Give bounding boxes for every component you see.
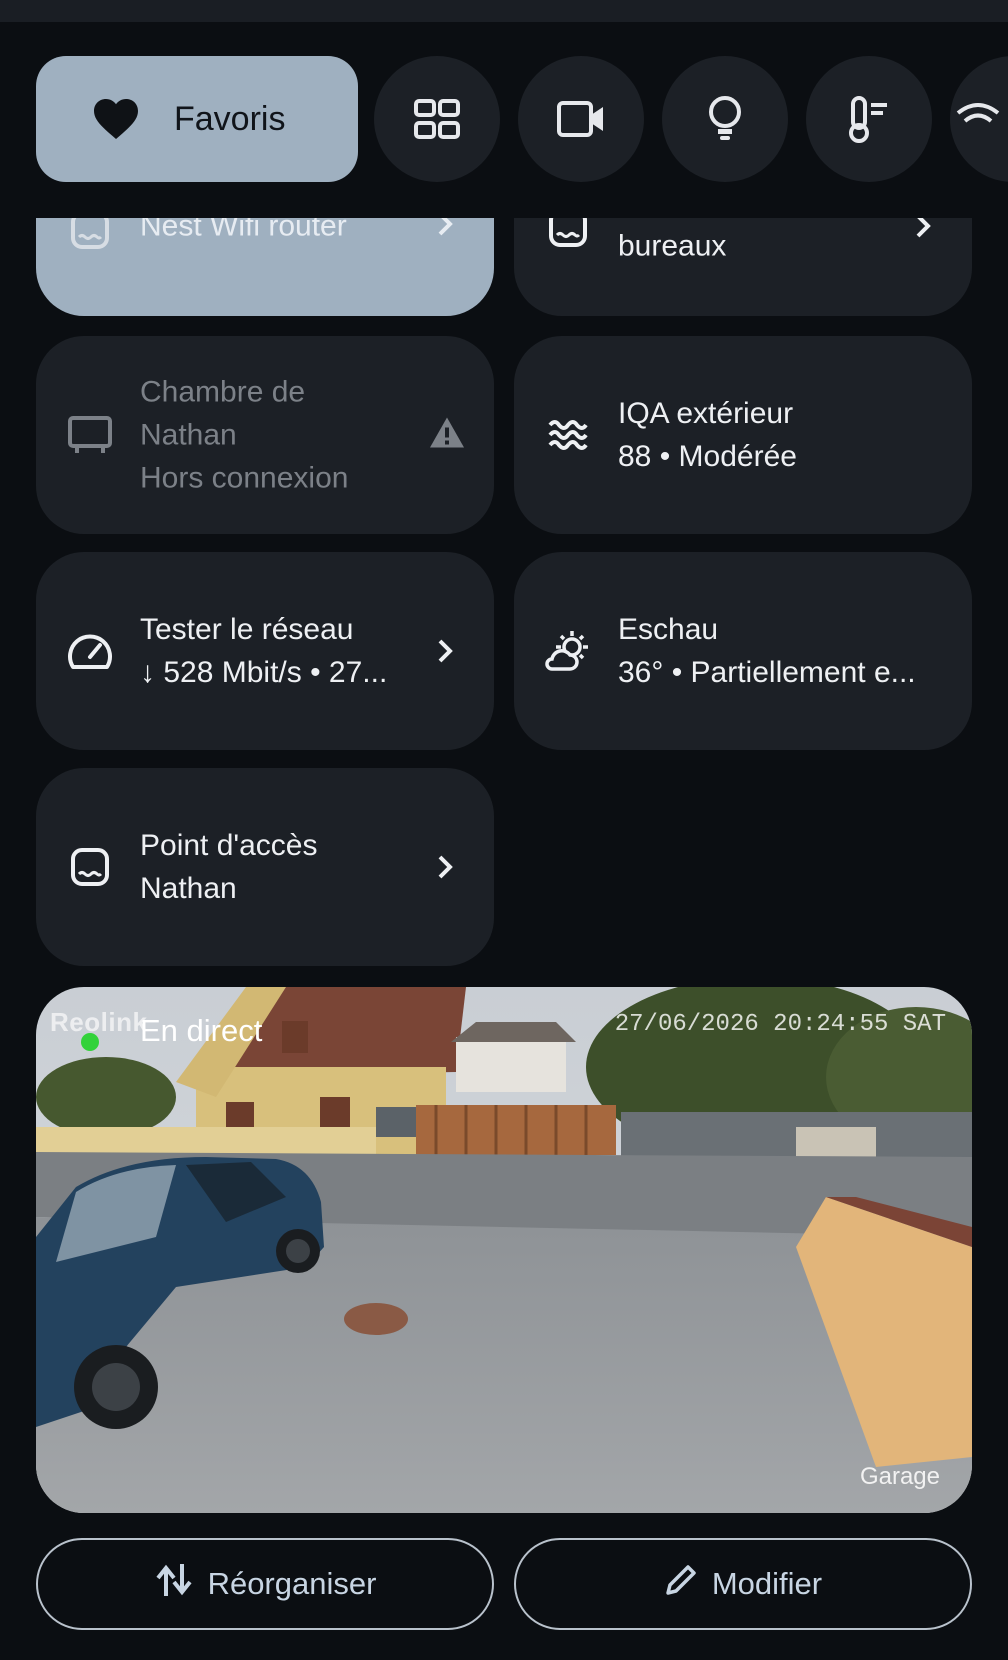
tile-router-label: Nest Wifi router bbox=[140, 218, 347, 243]
tile-chambre-line1: Chambre de bbox=[140, 375, 306, 409]
grid-icon bbox=[414, 99, 460, 139]
chevron-right-icon bbox=[912, 218, 936, 241]
router-icon bbox=[544, 218, 592, 252]
tile-iqa-title: IQA extérieur bbox=[618, 397, 794, 430]
air-quality-icon bbox=[544, 411, 592, 459]
chip-lights[interactable] bbox=[662, 56, 788, 182]
chip-cameras[interactable] bbox=[518, 56, 644, 182]
pencil-icon bbox=[664, 1563, 712, 1605]
category-chips: Favoris bbox=[0, 56, 1008, 184]
tile-point-acces-title: Point d'accès bbox=[140, 829, 318, 862]
favorites-grid: Nest Wifi router bureaux Chambre de Nath… bbox=[0, 218, 1008, 978]
tile-meteo-conditions: 36° • Partiellement e... bbox=[618, 656, 916, 689]
heart-icon bbox=[92, 97, 140, 141]
tile-bureaux[interactable]: bureaux bbox=[514, 218, 972, 316]
reorder-arrows-icon bbox=[154, 1560, 208, 1608]
tile-tester-reseau[interactable]: Tester le réseau ↓ 528 Mbit/s • 27... bbox=[36, 552, 494, 750]
chevron-right-icon bbox=[434, 852, 458, 882]
lightbulb-icon bbox=[707, 95, 743, 143]
display-icon bbox=[66, 411, 114, 459]
tile-chambre-nathan[interactable]: Chambre de Nathan Hors connexion bbox=[36, 336, 494, 534]
camera-icon bbox=[556, 99, 606, 139]
chip-favorites[interactable]: Favoris bbox=[36, 56, 358, 182]
camera-timestamp: 27/06/2026 20:24:55 SAT bbox=[614, 1011, 946, 1038]
tile-chambre-line2: Nathan bbox=[140, 418, 237, 452]
tile-iqa-exterieur[interactable]: IQA extérieur 88 • Modérée bbox=[514, 336, 972, 534]
chip-wifi[interactable] bbox=[950, 56, 1008, 182]
reorganize-button[interactable]: Réorganiser bbox=[36, 1538, 494, 1630]
edit-label: Modifier bbox=[711, 1566, 823, 1601]
router-icon bbox=[66, 843, 114, 891]
status-bar-strip bbox=[0, 0, 1008, 22]
tile-nest-wifi-router[interactable]: Nest Wifi router bbox=[36, 218, 494, 316]
tile-point-acces-name: Nathan bbox=[140, 872, 237, 905]
live-indicator-dot bbox=[81, 1033, 99, 1051]
tile-meteo-text: Eschau 36° • Partiellement e... bbox=[618, 608, 952, 694]
camera-name: Garage bbox=[859, 1463, 940, 1490]
speedometer-icon bbox=[66, 627, 114, 675]
edit-button[interactable]: Modifier bbox=[514, 1538, 972, 1630]
warning-icon bbox=[428, 416, 466, 455]
chip-devices[interactable] bbox=[374, 56, 500, 182]
wifi-icon bbox=[954, 99, 1002, 139]
thermometer-icon bbox=[847, 95, 891, 143]
tile-chambre-status: Hors connexion bbox=[140, 461, 349, 495]
tile-reseau-text: Tester le réseau ↓ 528 Mbit/s • 27... bbox=[140, 608, 434, 694]
tile-reseau-speed: ↓ 528 Mbit/s • 27... bbox=[140, 656, 388, 689]
tile-reseau-title: Tester le réseau bbox=[140, 613, 354, 646]
partly-cloudy-icon bbox=[544, 627, 592, 675]
tile-chambre-text: Chambre de Nathan Hors connexion bbox=[140, 371, 434, 500]
camera-live-feed[interactable]: Reolink En direct 27/06/2026 20:24:55 SA… bbox=[36, 987, 972, 1513]
chip-favorites-label: Favoris bbox=[174, 99, 286, 138]
tile-meteo-eschau[interactable]: Eschau 36° • Partiellement e... bbox=[514, 552, 972, 750]
reorganize-label: Réorganiser bbox=[207, 1566, 377, 1601]
tile-point-acces-text: Point d'accès Nathan bbox=[140, 824, 434, 910]
tile-point-acces-nathan[interactable]: Point d'accès Nathan bbox=[36, 768, 494, 966]
tile-bureaux-label: bureaux bbox=[618, 229, 727, 263]
chevron-right-icon bbox=[434, 636, 458, 666]
camera-image bbox=[36, 987, 972, 1513]
tile-meteo-city: Eschau bbox=[618, 613, 719, 646]
camera-brand-watermark: Reolink bbox=[50, 1007, 148, 1037]
tile-iqa-value: 88 • Modérée bbox=[618, 440, 797, 473]
chip-climate[interactable] bbox=[806, 56, 932, 182]
camera-live-label: En direct bbox=[140, 1013, 263, 1048]
chevron-right-icon bbox=[434, 218, 458, 239]
router-icon bbox=[66, 218, 114, 254]
tile-iqa-text: IQA extérieur 88 • Modérée bbox=[618, 392, 912, 478]
